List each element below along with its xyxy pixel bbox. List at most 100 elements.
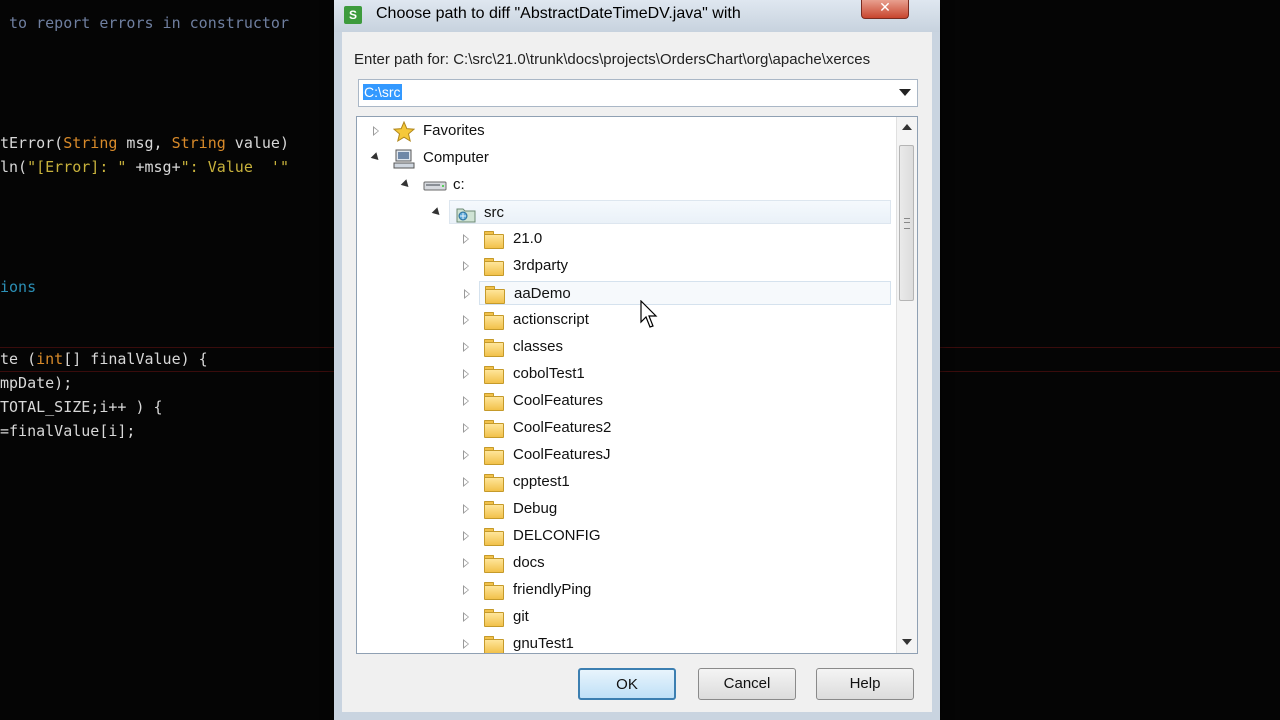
scrollbar-thumb[interactable] <box>899 145 914 301</box>
folder-icon <box>483 391 504 411</box>
drive-icon <box>423 175 447 195</box>
expand-arrow-fill <box>464 614 468 620</box>
tree-item-label: CoolFeaturesJ <box>513 446 611 463</box>
folder-icon <box>483 310 504 330</box>
tree-item[interactable]: gnuTest1 <box>357 632 891 653</box>
ok-button[interactable]: OK <box>578 668 676 700</box>
folder-icon <box>483 526 504 546</box>
code-token: int <box>36 350 64 368</box>
folder-tree[interactable]: Favorites Computer c: src 21.0 3rdparty aaDemo… <box>356 116 918 654</box>
tree-item-label: src <box>484 204 504 221</box>
tree-item[interactable]: aaDemo <box>464 281 891 305</box>
expand-arrow-fill <box>465 291 469 297</box>
scroll-up-arrow-icon[interactable] <box>902 124 912 130</box>
tree-item[interactable]: cobolTest1 <box>357 362 891 386</box>
tree-item-label: classes <box>513 338 564 355</box>
tree-item-label: c: <box>453 176 465 193</box>
tree-item[interactable]: CoolFeaturesJ <box>357 443 891 467</box>
code-token: [] finalValue) { <box>63 350 208 368</box>
code-line: =finalValue[i]; <box>0 422 135 440</box>
expand-arrow-fill <box>374 128 378 134</box>
folder-icon <box>483 553 504 573</box>
path-prompt-label: Enter path for: C:\src\21.0\trunk\docs\p… <box>354 51 871 68</box>
code-token: tError( <box>0 134 64 152</box>
dialog-titlebar[interactable]: S Choose path to diff "AbstractDateTimeD… <box>334 0 940 32</box>
collapse-arrow-icon[interactable] <box>431 207 443 218</box>
expand-arrow-fill <box>464 587 468 593</box>
code-token: to report errors in constructor <box>0 14 289 32</box>
expand-arrow-fill <box>464 479 468 485</box>
vertical-scrollbar[interactable] <box>896 117 917 653</box>
code-token: value) <box>225 134 289 152</box>
code-line: tError(String msg, String value) <box>0 134 289 152</box>
folder-icon <box>483 607 504 627</box>
computer-icon <box>393 148 415 169</box>
expand-arrow-fill <box>464 641 468 647</box>
folder-icon <box>483 499 504 519</box>
dialog-body: Enter path for: C:\src\21.0\trunk\docs\p… <box>342 32 932 712</box>
tree-item[interactable]: Computer <box>357 146 891 170</box>
folder-icon <box>483 364 504 384</box>
help-button[interactable]: Help <box>816 668 914 700</box>
tree-item-label: cobolTest1 <box>513 365 585 382</box>
expand-arrow-fill <box>464 344 468 350</box>
expand-arrow-fill <box>464 506 468 512</box>
choose-path-dialog: S Choose path to diff "AbstractDateTimeD… <box>334 0 940 720</box>
tree-item[interactable]: 21.0 <box>357 227 891 251</box>
code-token: ": Value '" <box>180 158 289 176</box>
path-input-value[interactable]: C:\src <box>363 84 402 100</box>
collapse-arrow-icon[interactable] <box>400 179 412 190</box>
tree-item[interactable]: DELCONFIG <box>357 524 891 548</box>
tree-item[interactable]: actionscript <box>357 308 891 332</box>
cancel-button[interactable]: Cancel <box>698 668 796 700</box>
code-token: te ( <box>0 350 37 368</box>
expand-arrow-fill <box>464 263 468 269</box>
folder-icon <box>483 337 504 357</box>
tree-item-label: actionscript <box>513 311 589 328</box>
expand-arrow-fill <box>464 425 468 431</box>
scroll-down-arrow-icon[interactable] <box>902 639 912 645</box>
dialog-title: Choose path to diff "AbstractDateTimeDV.… <box>376 5 741 22</box>
tree-item[interactable]: src <box>431 200 891 224</box>
folder-icon <box>483 256 504 276</box>
code-line: ln("[Error]: " +msg+": Value '" <box>0 158 289 176</box>
tree-item[interactable]: c: <box>357 173 891 197</box>
close-button[interactable]: ✕ <box>861 0 909 19</box>
tree-item[interactable]: CoolFeatures2 <box>357 416 891 440</box>
folder-icon <box>483 580 504 600</box>
tree-item-label: DELCONFIG <box>513 527 601 544</box>
expand-arrow-fill <box>464 317 468 323</box>
tree-item[interactable]: 3rdparty <box>357 254 891 278</box>
tree-item[interactable]: docs <box>357 551 891 575</box>
tree-item[interactable]: CoolFeatures <box>357 389 891 413</box>
code-token: +msg+ <box>126 158 181 176</box>
code-token: =finalValue[i]; <box>0 422 136 440</box>
collapse-arrow-icon[interactable] <box>370 152 382 163</box>
tree-item[interactable]: cpptest1 <box>357 470 891 494</box>
shared-folder-icon <box>454 203 476 223</box>
tree-item-label: friendlyPing <box>513 581 592 598</box>
folder-icon <box>483 229 504 249</box>
expand-arrow-fill <box>464 398 468 404</box>
mouse-cursor-icon <box>640 300 658 328</box>
expand-arrow-fill <box>464 236 468 242</box>
code-token: TOTAL_SIZE;i++ ) { <box>0 398 163 416</box>
path-combobox[interactable]: C:\src <box>358 79 918 107</box>
tree-item-label: Favorites <box>423 122 485 139</box>
folder-icon <box>483 445 504 465</box>
tree-item-label: 3rdparty <box>513 257 569 274</box>
folder-icon <box>484 284 505 304</box>
tree-item[interactable]: friendlyPing <box>357 578 891 602</box>
tree-item[interactable]: classes <box>357 335 891 359</box>
folder-icon <box>483 472 504 492</box>
tree-item[interactable]: git <box>357 605 891 629</box>
tree-item[interactable]: Favorites <box>357 119 891 143</box>
dropdown-arrow-icon[interactable] <box>899 89 911 96</box>
tree-item-label: Computer <box>423 149 489 166</box>
code-token: ions <box>0 278 37 296</box>
app-icon: S <box>344 6 362 24</box>
tree-item-label: 21.0 <box>513 230 543 247</box>
tree-item-label: gnuTest1 <box>513 635 574 652</box>
tree-item-label: CoolFeatures2 <box>513 419 612 436</box>
tree-item[interactable]: Debug <box>357 497 891 521</box>
